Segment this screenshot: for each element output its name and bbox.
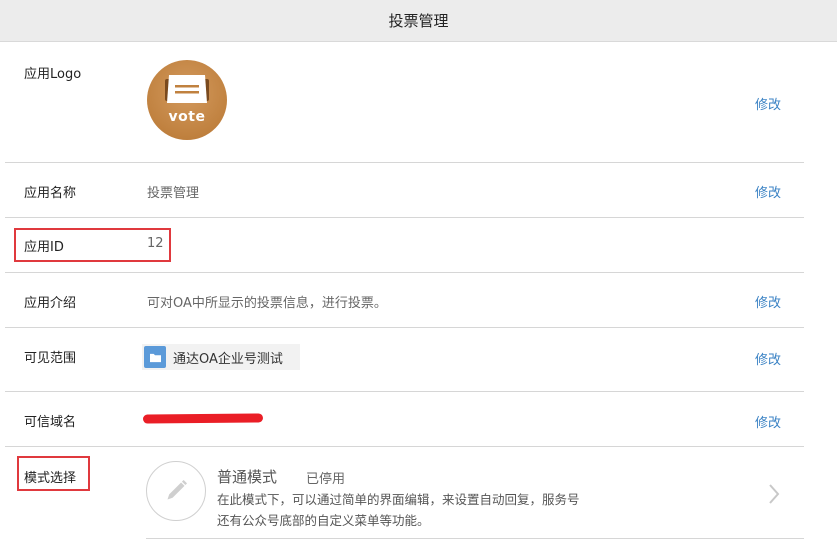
pencil-icon xyxy=(146,461,206,521)
mode-divider xyxy=(146,538,804,539)
edit-name-link[interactable]: 修改 xyxy=(755,182,781,201)
edit-domain-link[interactable]: 修改 xyxy=(755,412,781,431)
redacted-domain-mark xyxy=(142,413,264,424)
visible-scope-label: 可见范围 xyxy=(24,351,77,366)
row-app-logo: 应用Logo vote 修改 xyxy=(5,42,804,163)
visible-scope-value: 通达OA企业号测试 xyxy=(173,351,283,367)
app-logo-text: vote xyxy=(168,109,206,125)
mode-status-badge: 已停用 xyxy=(306,472,346,487)
app-logo-label: 应用Logo xyxy=(24,67,82,82)
row-app-name: 应用名称 投票管理 修改 xyxy=(5,163,804,218)
edit-intro-link[interactable]: 修改 xyxy=(755,292,781,311)
app-name-value: 投票管理 xyxy=(147,186,200,201)
mode-description-line-1: 在此模式下，可以通过简单的界面编辑，来设置自动回复，服务号 xyxy=(217,492,580,507)
app-intro-value: 可对OA中所显示的投票信息，进行投票。 xyxy=(147,296,387,311)
trusted-domain-label: 可信域名 xyxy=(24,415,77,430)
page-header: 投票管理 xyxy=(0,0,837,42)
mode-name: 普通模式 xyxy=(217,468,278,486)
chevron-right-icon[interactable] xyxy=(768,483,780,505)
edit-scope-link[interactable]: 修改 xyxy=(755,349,781,368)
row-trusted-domain: 可信域名 修改 xyxy=(5,392,804,447)
row-app-intro: 应用介绍 可对OA中所显示的投票信息，进行投票。 修改 xyxy=(5,273,804,328)
app-logo-image: vote xyxy=(147,60,227,140)
ballot-box-icon xyxy=(165,75,209,103)
visible-scope-chip[interactable]: 通达OA企业号测试 xyxy=(142,344,300,370)
edit-logo-link[interactable]: 修改 xyxy=(755,94,781,113)
row-visible-scope: 可见范围 修改 xyxy=(5,328,804,392)
app-id-highlight-box xyxy=(14,228,171,262)
app-name-label: 应用名称 xyxy=(24,186,77,201)
mode-selection-highlight-box xyxy=(17,456,90,491)
mode-description: 在此模式下，可以通过简单的界面编辑，来设置自动回复，服务号 还有公众号底部的自定… xyxy=(217,489,637,531)
mode-description-line-2: 还有公众号底部的自定义菜单等功能。 xyxy=(217,513,430,528)
folder-icon xyxy=(144,346,166,368)
page-title: 投票管理 xyxy=(388,12,449,30)
app-intro-label: 应用介绍 xyxy=(24,296,77,311)
